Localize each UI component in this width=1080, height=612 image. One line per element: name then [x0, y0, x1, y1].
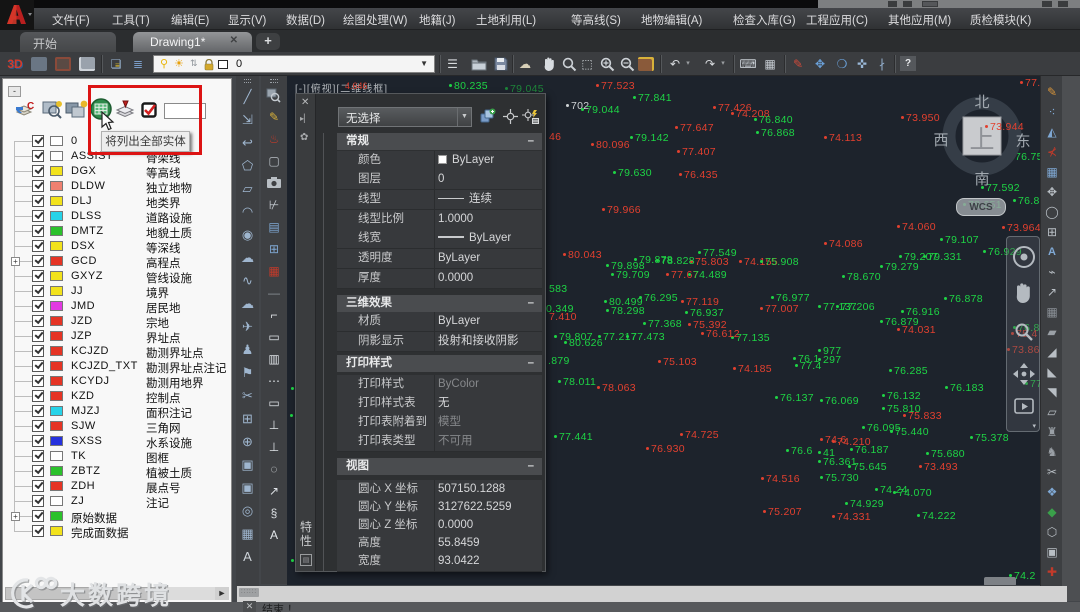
svg-text:西: 西 [933, 132, 948, 149]
svg-text:南: 南 [974, 171, 989, 188]
svg-text:东: 东 [1015, 133, 1030, 150]
svg-text:北: 北 [974, 94, 989, 111]
svg-text:大数跨境: 大数跨境 [60, 581, 172, 610]
svg-text:C: C [27, 101, 34, 112]
